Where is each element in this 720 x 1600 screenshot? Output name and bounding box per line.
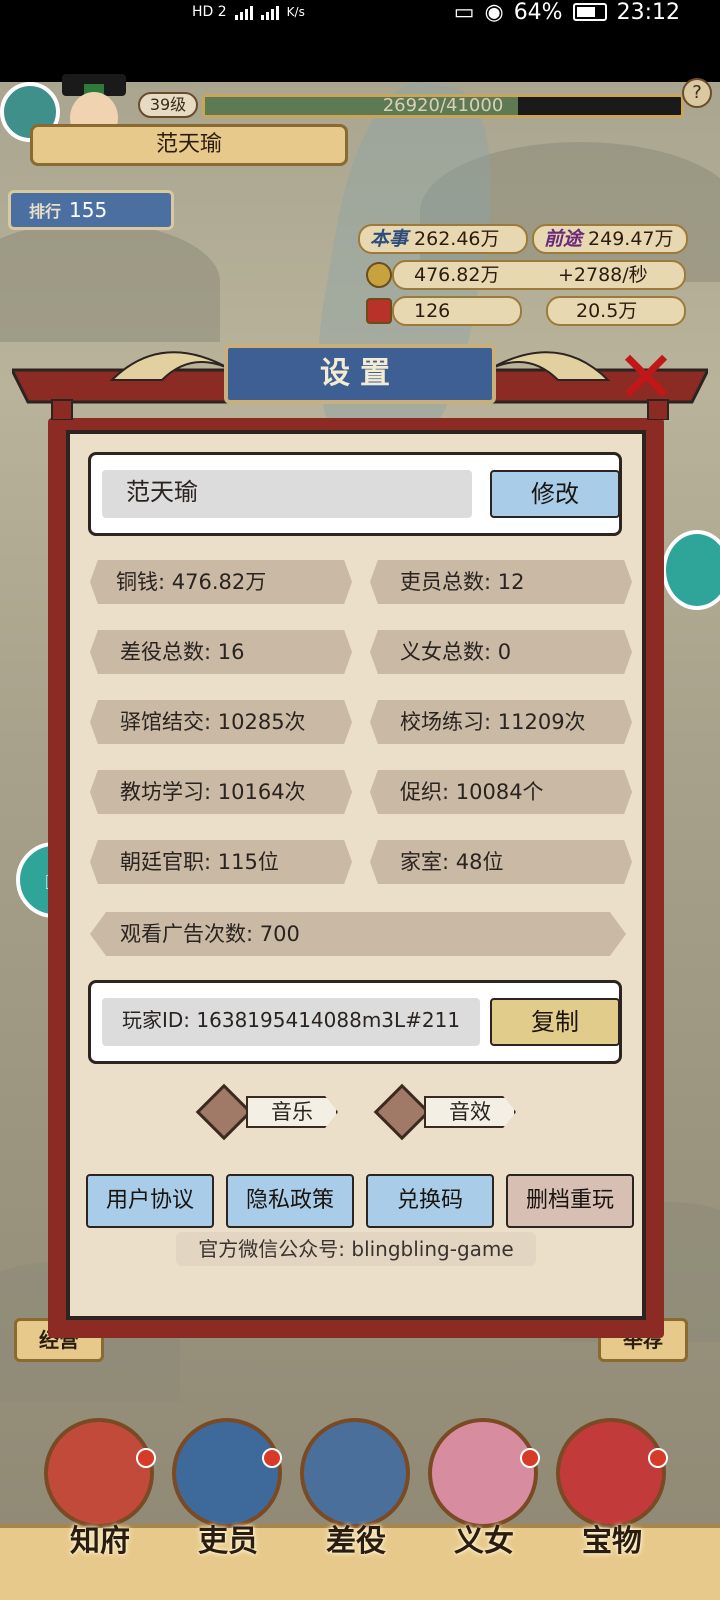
cast-icon: ▭: [453, 0, 475, 25]
redeem-code-button[interactable]: 兑换码: [366, 1174, 494, 1228]
resource-b-value: 20.5万: [576, 300, 638, 322]
privacy-policy-button[interactable]: 隐私政策: [226, 1174, 354, 1228]
sfx-label: 音效: [424, 1096, 516, 1128]
network-speed: K/s: [286, 5, 305, 19]
stat-drill-practice: 校场练习: 11209次: [370, 700, 632, 744]
stat-court-posts: 朝廷官职: 115位: [90, 840, 352, 884]
resource-a-stat: 126: [392, 296, 522, 326]
stat-family: 家室: 48位: [370, 840, 632, 884]
name-field[interactable]: 范天瑜: [102, 470, 472, 518]
prospect-value: 249.47万: [588, 228, 674, 250]
sfx-toggle-indicator: [373, 1083, 431, 1141]
nav-zhifu-label[interactable]: 知府: [40, 1516, 160, 1560]
battery-icon: [572, 3, 607, 21]
dialog-title: 设置: [224, 344, 496, 404]
copy-id-button[interactable]: 复制: [490, 998, 620, 1046]
nav-liyuan-notification: [262, 1448, 282, 1468]
coins-value: 476.82万: [414, 264, 500, 286]
close-icon[interactable]: ✕: [606, 341, 686, 414]
coins-rate: +2788/秒: [558, 264, 648, 286]
music-label: 音乐: [246, 1096, 338, 1128]
stat-adopted-daughters: 义女总数: 0: [370, 630, 632, 674]
nav-chaiyi-label[interactable]: 差役: [296, 1516, 416, 1560]
coin-icon: [366, 262, 392, 288]
prospect-label: 前途: [544, 228, 583, 250]
nav-baowu-avatar[interactable]: [556, 1418, 666, 1528]
resource-a-value: 126: [414, 300, 451, 322]
exp-bar: 26920/41000: [202, 94, 684, 118]
nav-zhifu-notification: [136, 1448, 156, 1468]
skill-value: 262.46万: [414, 228, 500, 250]
signal-icon: [234, 4, 253, 20]
music-toggle[interactable]: 音乐: [195, 1083, 342, 1141]
sfx-toggle[interactable]: 音效: [373, 1083, 520, 1141]
help-button[interactable]: ?: [682, 78, 712, 108]
rank-plate[interactable]: 排行 155: [8, 190, 174, 230]
nav-zhifu-avatar[interactable]: [44, 1418, 154, 1528]
network-badge: HD 2: [192, 4, 227, 20]
stat-copper: 铜钱: 476.82万: [90, 560, 352, 604]
eye-icon: ◉: [484, 0, 504, 25]
stat-crickets: 促织: 10084个: [370, 770, 632, 814]
clock: 23:12: [616, 0, 680, 25]
stat-music-study: 教坊学习: 10164次: [90, 770, 352, 814]
battery-percent: 64%: [513, 0, 563, 25]
rank-value: 155: [69, 198, 108, 222]
coins-stat: 476.82万 +2788/秒: [392, 260, 686, 290]
nav-liyuan-avatar[interactable]: [172, 1418, 282, 1528]
nav-liyuan-label[interactable]: 吏员: [168, 1516, 288, 1560]
nav-yinv-label[interactable]: 义女: [424, 1516, 544, 1560]
player-id-field: 玩家ID: 1638195414088m3L#211: [102, 998, 480, 1046]
music-toggle-indicator: [195, 1083, 253, 1141]
prospect-stat: 前途 249.47万: [532, 224, 688, 254]
modify-name-button[interactable]: 修改: [490, 470, 620, 518]
level-badge: 39级: [138, 92, 198, 118]
skill-stat: 本事 262.46万: [358, 224, 528, 254]
stat-ads-watched: 观看广告次数: 700: [90, 912, 626, 956]
nav-baowu-notification: [648, 1448, 668, 1468]
nav-yinv-notification: [520, 1448, 540, 1468]
skill-label: 本事: [370, 228, 409, 250]
nav-chaiyi-avatar[interactable]: [300, 1418, 410, 1528]
stat-clerks: 吏员总数: 12: [370, 560, 632, 604]
exp-text: 26920/41000: [382, 95, 504, 116]
scroll-icon: [366, 298, 392, 324]
stat-inn-friendships: 驿馆结交: 10285次: [90, 700, 352, 744]
stat-servants: 差役总数: 16: [90, 630, 352, 674]
rank-label: 排行: [29, 202, 62, 221]
player-name-plate: 范天瑜: [30, 124, 348, 166]
resource-b-stat: 20.5万: [546, 296, 686, 326]
user-agreement-button[interactable]: 用户协议: [86, 1174, 214, 1228]
signal-icon-2: [260, 4, 279, 20]
delete-restart-button[interactable]: 删档重玩: [506, 1174, 634, 1228]
nav-yinv-avatar[interactable]: [428, 1418, 538, 1528]
nav-baowu-label[interactable]: 宝物: [552, 1516, 672, 1560]
official-account-text: 官方微信公众号: blingbling-game: [176, 1232, 536, 1266]
